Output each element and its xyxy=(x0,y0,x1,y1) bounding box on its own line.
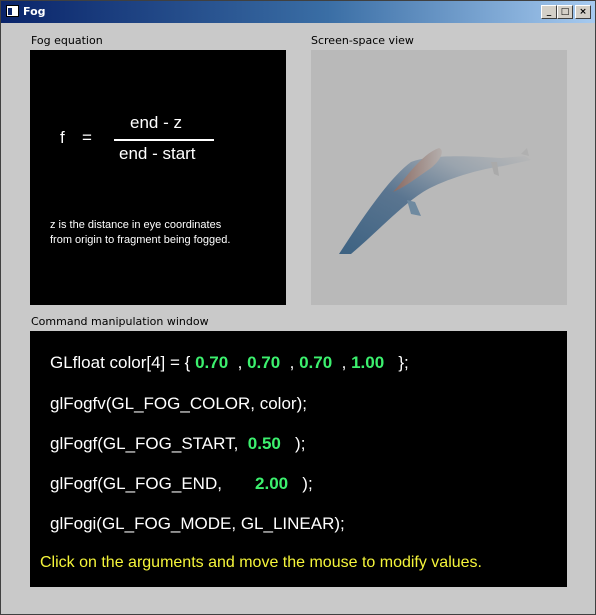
close-button[interactable]: × xyxy=(575,5,591,19)
fog-end-line: glFogf(GL_FOG_END, 2.00 ); xyxy=(50,474,313,494)
window-title: Fog xyxy=(23,5,46,18)
equation-denominator: end - start xyxy=(119,144,196,163)
screen-space-view[interactable] xyxy=(311,50,567,305)
instruction-hint: Click on the arguments and move the mous… xyxy=(40,554,482,571)
fog-color-line: GLfloat color[4] = { 0.70 , 0.70 , 0.70 … xyxy=(50,353,409,373)
fog-color-suffix: }; xyxy=(384,353,409,372)
fog-end-suffix: ); xyxy=(288,474,313,493)
equation-equals: = xyxy=(82,128,92,147)
fog-start-value[interactable]: 0.50 xyxy=(248,434,281,453)
fog-color-call-line: glFogfv(GL_FOG_COLOR, color); xyxy=(50,394,307,413)
fog-end-prefix: glFogf(GL_FOG_END, xyxy=(50,474,256,493)
equation-f: f xyxy=(60,128,65,147)
fog-equation-panel: f = end - z end - start z is the distanc… xyxy=(30,50,286,305)
fog-start-prefix: glFogf(GL_FOG_START, xyxy=(50,434,248,453)
app-icon[interactable] xyxy=(6,5,19,17)
equation-note-line2: from origin to fragment being fogged. xyxy=(50,234,231,246)
fog-end-value[interactable]: 2.00 xyxy=(255,474,288,493)
fog-color-green-value[interactable]: 0.70 xyxy=(247,353,280,372)
fog-color-sep-3: , xyxy=(332,353,352,372)
fighter-jet-icon xyxy=(339,148,531,254)
fog-color-alpha-value[interactable]: 1.00 xyxy=(351,353,384,372)
fog-start-line: glFogf(GL_FOG_START, 0.50 ); xyxy=(50,434,305,454)
fog-color-red-value[interactable]: 0.70 xyxy=(195,353,228,372)
fog-color-prefix: GLfloat color[4] = { xyxy=(50,353,196,372)
fog-window: Fog _ □ × Fog equation Screen-space view… xyxy=(0,0,596,615)
equation-note: z is the distance in eye coordinates fro… xyxy=(50,218,230,248)
fog-color-sep-2: , xyxy=(280,353,300,372)
minimize-button[interactable]: _ xyxy=(541,5,557,19)
title-bar[interactable]: Fog _ □ × xyxy=(1,1,595,23)
fog-mode-line: glFogi(GL_FOG_MODE, GL_LINEAR); xyxy=(50,514,345,533)
fog-color-sep-1: , xyxy=(228,353,248,372)
view-panel-label: Screen-space view xyxy=(311,34,414,47)
command-manipulation-panel: GLfloat color[4] = { 0.70 , 0.70 , 0.70 … xyxy=(30,331,567,587)
equation-note-line1: z is the distance in eye coordinates xyxy=(50,219,222,231)
equation-panel-label: Fog equation xyxy=(31,34,103,47)
fog-color-blue-value[interactable]: 0.70 xyxy=(299,353,332,372)
command-panel-label: Command manipulation window xyxy=(31,315,209,328)
equation-numerator: end - z xyxy=(130,113,182,132)
maximize-button[interactable]: □ xyxy=(557,5,573,19)
fog-start-suffix: ); xyxy=(280,434,306,453)
fraction-bar xyxy=(114,139,214,141)
